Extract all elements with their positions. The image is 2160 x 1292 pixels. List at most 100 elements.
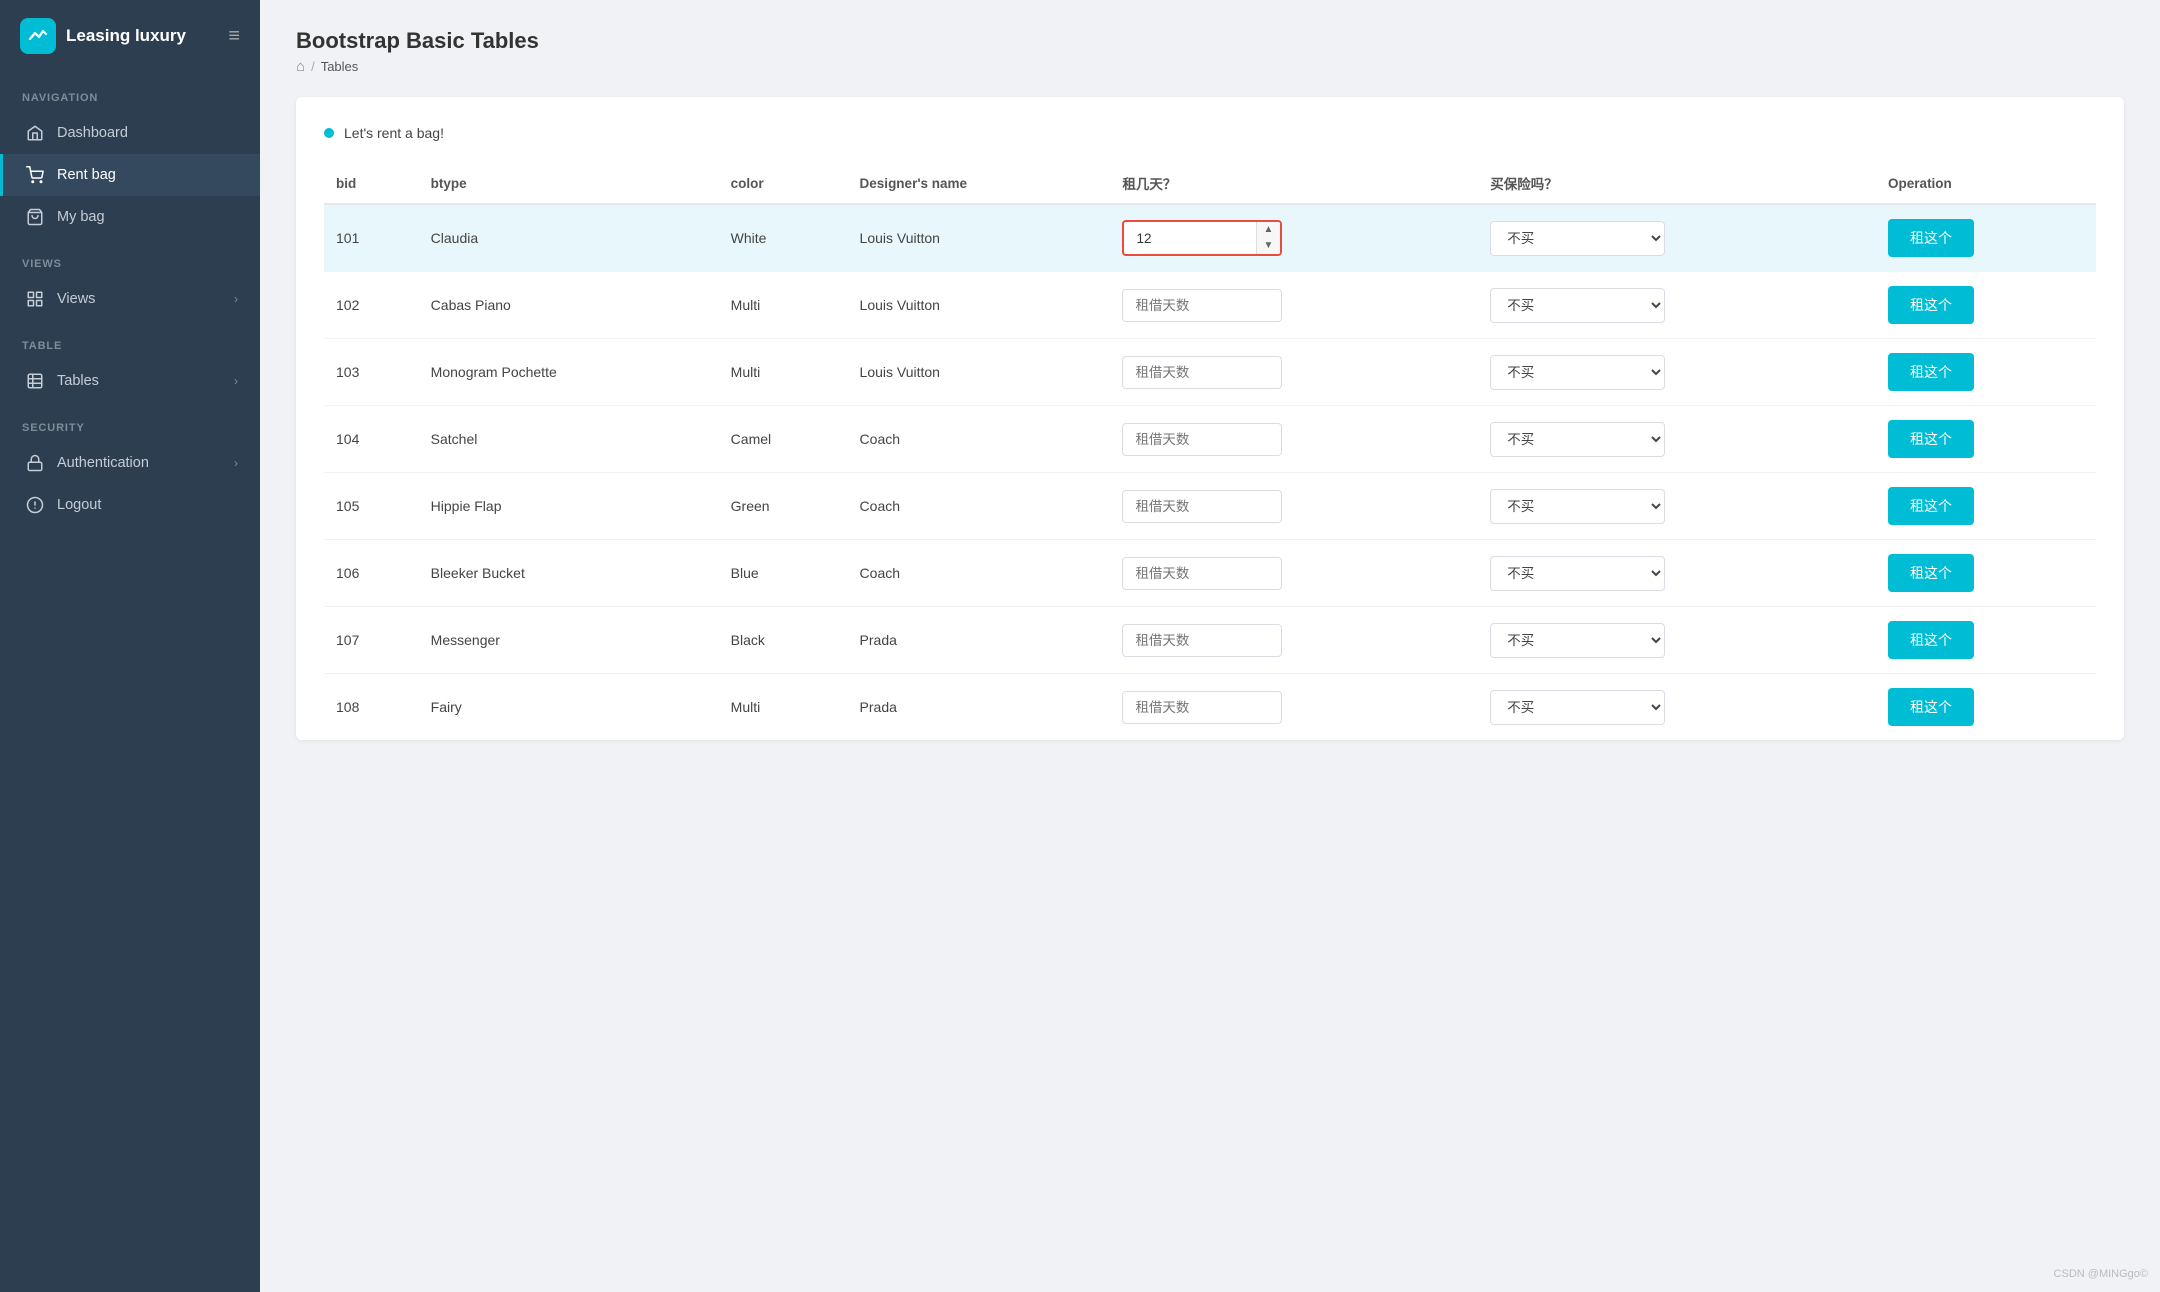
cell-color: White	[719, 204, 848, 272]
cell-color: Camel	[719, 406, 848, 473]
notice-text: Let's rent a bag!	[344, 125, 444, 141]
lock-icon	[25, 453, 45, 473]
rent-button[interactable]: 租这个	[1888, 487, 1974, 525]
cell-operation: 租这个	[1876, 406, 2096, 473]
cell-insurance: 不买 买	[1478, 339, 1876, 406]
rent-button[interactable]: 租这个	[1888, 353, 1974, 391]
cell-insurance: 不买 买	[1478, 204, 1876, 272]
insurance-select[interactable]: 不买 买	[1490, 221, 1665, 256]
rent-button[interactable]: 租这个	[1888, 621, 1974, 659]
bags-table: bid btype color Designer's name 租几天？ 买保险…	[324, 163, 2096, 740]
cell-bid: 104	[324, 406, 419, 473]
cell-designer: Coach	[848, 540, 1111, 607]
breadcrumb-separator: /	[311, 59, 315, 74]
sidebar-item-views[interactable]: Views ›	[0, 278, 260, 320]
sidebar: Leasing luxury ≡ NAVIGATION Dashboard Re…	[0, 0, 260, 1292]
cell-btype: Cabas Piano	[419, 272, 719, 339]
rent-button[interactable]: 租这个	[1888, 554, 1974, 592]
table-row: 105 Hippie Flap Green Coach 不买 买 租这个	[324, 473, 2096, 540]
cell-bid: 105	[324, 473, 419, 540]
cell-designer: Prada	[848, 607, 1111, 674]
views-label: Views	[57, 291, 222, 307]
days-text-input[interactable]	[1122, 557, 1282, 590]
insurance-select[interactable]: 不买 买	[1490, 355, 1665, 390]
rent-button[interactable]: 租这个	[1888, 286, 1974, 324]
insurance-select[interactable]: 不买 买	[1490, 422, 1665, 457]
logo-icon	[20, 18, 56, 54]
sidebar-item-logout[interactable]: Logout	[0, 484, 260, 526]
cell-designer: Louis Vuitton	[848, 272, 1111, 339]
breadcrumb: ⌂ / Tables	[296, 58, 2124, 75]
home-icon	[25, 123, 45, 143]
cell-insurance: 不买 买	[1478, 540, 1876, 607]
days-text-input[interactable]	[1122, 423, 1282, 456]
views-icon	[25, 289, 45, 309]
insurance-select[interactable]: 不买 买	[1490, 489, 1665, 524]
cell-bid: 107	[324, 607, 419, 674]
page-header: Bootstrap Basic Tables ⌂ / Tables	[260, 0, 2160, 87]
insurance-select[interactable]: 不买 买	[1490, 556, 1665, 591]
days-text-input[interactable]	[1122, 691, 1282, 724]
days-input-field[interactable]	[1124, 223, 1255, 254]
cell-bid: 106	[324, 540, 419, 607]
days-number-input[interactable]: ▲ ▼	[1122, 220, 1282, 256]
cell-color: Multi	[719, 272, 848, 339]
spin-down-btn[interactable]: ▼	[1257, 238, 1281, 254]
rent-button[interactable]: 租这个	[1888, 420, 1974, 458]
logo-text: Leasing luxury	[66, 26, 186, 46]
sidebar-item-tables[interactable]: Tables ›	[0, 360, 260, 402]
cell-color: Multi	[719, 339, 848, 406]
sidebar-item-rent-bag[interactable]: Rent bag	[0, 154, 260, 196]
cell-days	[1110, 406, 1478, 473]
cell-color: Black	[719, 607, 848, 674]
rent-button[interactable]: 租这个	[1888, 688, 1974, 726]
logout-label: Logout	[57, 497, 238, 513]
sidebar-item-authentication[interactable]: Authentication ›	[0, 442, 260, 484]
cell-btype: Satchel	[419, 406, 719, 473]
cell-operation: 租这个	[1876, 473, 2096, 540]
cell-btype: Monogram Pochette	[419, 339, 719, 406]
cell-days	[1110, 540, 1478, 607]
my-bag-label: My bag	[57, 209, 238, 225]
cell-operation: 租这个	[1876, 540, 2096, 607]
insurance-select[interactable]: 不买 买	[1490, 623, 1665, 658]
cell-designer: Louis Vuitton	[848, 339, 1111, 406]
table-row: 102 Cabas Piano Multi Louis Vuitton 不买 买…	[324, 272, 2096, 339]
table-row: 107 Messenger Black Prada 不买 买 租这个	[324, 607, 2096, 674]
cell-days	[1110, 272, 1478, 339]
cell-designer: Coach	[848, 406, 1111, 473]
cell-color: Multi	[719, 674, 848, 741]
nav-section-label: NAVIGATION	[0, 72, 260, 112]
cell-color: Green	[719, 473, 848, 540]
breadcrumb-tables: Tables	[321, 59, 359, 74]
cell-bid: 108	[324, 674, 419, 741]
days-text-input[interactable]	[1122, 490, 1282, 523]
table-icon	[25, 371, 45, 391]
hamburger-button[interactable]: ≡	[228, 25, 240, 48]
auth-chevron-icon: ›	[234, 456, 238, 470]
col-designer: Designer's name	[848, 163, 1111, 204]
days-text-input[interactable]	[1122, 289, 1282, 322]
main-card: Let's rent a bag! bid btype color Design…	[296, 97, 2124, 740]
cell-designer: Coach	[848, 473, 1111, 540]
cell-designer: Prada	[848, 674, 1111, 741]
sidebar-item-dashboard[interactable]: Dashboard	[0, 112, 260, 154]
insurance-select[interactable]: 不买 买	[1490, 288, 1665, 323]
sidebar-item-my-bag[interactable]: My bag	[0, 196, 260, 238]
days-text-input[interactable]	[1122, 624, 1282, 657]
logout-icon	[25, 495, 45, 515]
notice-dot	[324, 128, 334, 138]
cell-btype: Hippie Flap	[419, 473, 719, 540]
rent-button[interactable]: 租这个	[1888, 219, 1974, 257]
days-text-input[interactable]	[1122, 356, 1282, 389]
cell-operation: 租这个	[1876, 339, 2096, 406]
cell-btype: Fairy	[419, 674, 719, 741]
insurance-select[interactable]: 不买 买	[1490, 690, 1665, 725]
breadcrumb-home-icon[interactable]: ⌂	[296, 58, 305, 75]
table-row: 106 Bleeker Bucket Blue Coach 不买 买 租这个	[324, 540, 2096, 607]
main-content: Bootstrap Basic Tables ⌂ / Tables Let's …	[260, 0, 2160, 1292]
table-row: 104 Satchel Camel Coach 不买 买 租这个	[324, 406, 2096, 473]
cell-bid: 103	[324, 339, 419, 406]
spin-up-btn[interactable]: ▲	[1257, 222, 1281, 238]
table-row: 103 Monogram Pochette Multi Louis Vuitto…	[324, 339, 2096, 406]
